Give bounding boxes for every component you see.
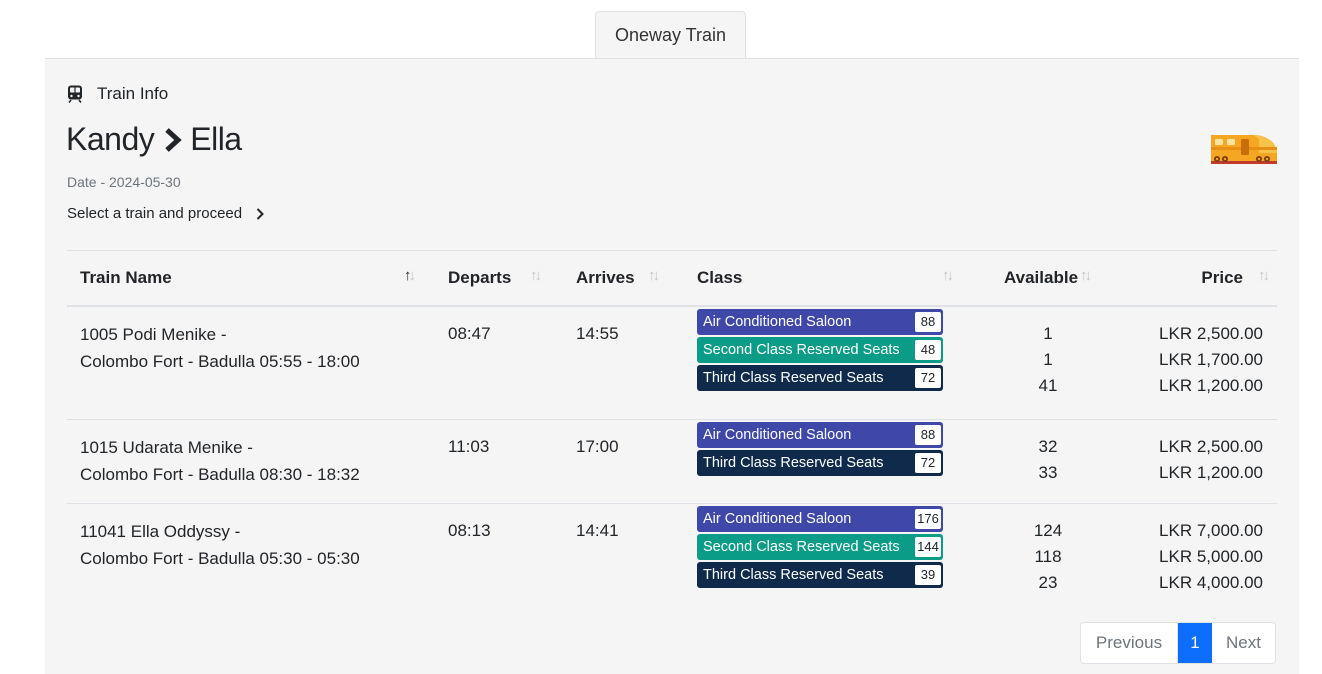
- class-badge[interactable]: Second Class Reserved Seats 48: [697, 337, 943, 363]
- class-badge[interactable]: Second Class Reserved Seats 144: [697, 534, 943, 560]
- available-cell: 32 33: [984, 419, 1112, 504]
- train-front-icon: [68, 85, 82, 103]
- previous-page-button[interactable]: Previous: [1081, 623, 1178, 663]
- bullet-train-illustration: [1211, 135, 1277, 164]
- departs-cell: 11:03: [435, 419, 563, 504]
- arrives-cell: 17:00: [563, 419, 684, 504]
- price-cell: LKR 7,000.00 LKR 5,000.00 LKR 4,000.00: [1159, 521, 1263, 592]
- seat-count: 72: [915, 368, 941, 388]
- sort-arrows-icon[interactable]: ↑↓: [1258, 267, 1270, 284]
- chevron-right-icon: [165, 127, 182, 152]
- sort-arrows-icon[interactable]: ↑↓: [1080, 267, 1092, 284]
- class-cell: Air Conditioned Saloon 88 Second Class Re…: [684, 306, 984, 420]
- table-header-row: Train Name ↑↓ Departs ↑↓ Arrives ↑↓ Clas…: [67, 250, 1277, 307]
- table-row[interactable]: 1015 Udarata Menike - Colombo Fort - Bad…: [67, 419, 1277, 504]
- seat-count: 176: [915, 509, 941, 529]
- train-info-heading: Train Info: [67, 84, 168, 104]
- sort-arrows-icon[interactable]: ↑↓: [648, 267, 660, 284]
- sort-arrows-icon[interactable]: ↑↓: [942, 267, 954, 284]
- price-cell: LKR 2,500.00 LKR 1,200.00: [1112, 419, 1277, 504]
- next-page-button[interactable]: Next: [1212, 623, 1275, 663]
- table-row[interactable]: 1005 Podi Menike - Colombo Fort - Badull…: [67, 306, 1277, 420]
- train-info-title: Train Info: [97, 84, 169, 103]
- chevron-right-icon: [256, 207, 265, 220]
- train-name-cell: 1015 Udarata Menike - Colombo Fort - Bad…: [67, 419, 435, 504]
- sort-arrows-icon[interactable]: ↑↓: [530, 267, 542, 284]
- trains-table: Train Name ↑↓ Departs ↑↓ Arrives ↑↓ Clas…: [67, 250, 1277, 608]
- route-to: Ella: [190, 121, 242, 157]
- sort-asc-icon[interactable]: ↑↓: [404, 267, 416, 284]
- class-badge[interactable]: Air Conditioned Saloon 88: [697, 309, 943, 335]
- pagination: Previous 1 Next: [1080, 622, 1276, 664]
- header-train-name[interactable]: Train Name ↑↓: [67, 250, 435, 307]
- header-available[interactable]: Available ↑↓: [984, 250, 1112, 307]
- train-name-cell: 1005 Podi Menike - Colombo Fort - Badull…: [67, 306, 435, 420]
- seat-count: 88: [915, 312, 941, 332]
- route-from: Kandy: [66, 121, 155, 157]
- departs-cell: 08:13: [448, 521, 491, 540]
- class-badge[interactable]: Air Conditioned Saloon 88: [697, 422, 943, 448]
- class-badge[interactable]: Third Class Reserved Seats 39: [697, 562, 943, 588]
- header-arrives[interactable]: Arrives ↑↓: [563, 250, 684, 307]
- available-cell: 1 1 41: [984, 306, 1112, 420]
- train-info-panel: Train Info Kandy Ella Date - 2024-05-30 …: [45, 58, 1299, 674]
- class-cell: Air Conditioned Saloon 88 Third Class Res…: [684, 419, 984, 504]
- available-cell: 124 118 23: [1033, 521, 1063, 592]
- arrives-cell: 14:55: [563, 306, 684, 420]
- travel-date: Date - 2024-05-30: [67, 174, 181, 190]
- seat-count: 39: [915, 565, 941, 585]
- class-cell: Air Conditioned Saloon 176 Second Class R…: [684, 504, 984, 609]
- train-name-cell: 11041 Ella Oddyssy - Colombo Fort - Badu…: [80, 522, 360, 568]
- arrives-cell: 14:41: [576, 521, 619, 540]
- seat-count: 48: [915, 340, 941, 360]
- class-badge[interactable]: Third Class Reserved Seats 72: [697, 365, 943, 391]
- table-row[interactable]: 11041 Ella Oddyssy - Colombo Fort - Badu…: [67, 504, 1277, 609]
- class-badge[interactable]: Third Class Reserved Seats 72: [697, 450, 943, 476]
- seat-count: 144: [915, 537, 941, 557]
- proceed-label: Select a train and proceed: [67, 205, 243, 222]
- route-title: Kandy Ella: [66, 121, 242, 158]
- tab-oneway-train[interactable]: Oneway Train: [595, 11, 746, 58]
- header-departs[interactable]: Departs ↑↓: [435, 250, 563, 307]
- page-1-button[interactable]: 1: [1178, 623, 1212, 663]
- header-class[interactable]: Class ↑↓: [684, 250, 984, 307]
- price-cell: LKR 2,500.00 LKR 1,700.00 LKR 1,200.00: [1112, 306, 1277, 420]
- proceed-hint: Select a train and proceed: [67, 205, 265, 222]
- header-price[interactable]: Price ↑↓: [1112, 250, 1277, 307]
- seat-count: 72: [915, 453, 941, 473]
- departs-cell: 08:47: [435, 306, 563, 420]
- class-badge[interactable]: Air Conditioned Saloon 176: [697, 506, 943, 532]
- seat-count: 88: [915, 425, 941, 445]
